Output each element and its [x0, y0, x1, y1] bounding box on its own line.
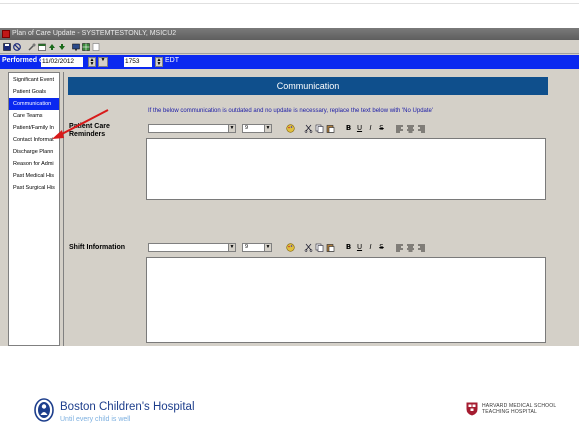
sidebar-item-past-medical-history[interactable]: Past Medical His — [9, 170, 59, 182]
monitor-icon[interactable] — [72, 43, 80, 51]
toolbar — [0, 40, 579, 54]
font-select[interactable]: ▼ — [148, 243, 236, 252]
chevron-down-icon: ▼ — [228, 244, 235, 251]
boston-childrens-logo: Boston Children's Hospital Until every c… — [34, 398, 254, 428]
align-left-icon[interactable] — [395, 124, 404, 133]
sidebar-item-significant-event[interactable]: Significant Event — [9, 74, 59, 86]
underline-button[interactable]: U — [355, 243, 364, 252]
title-bar: Plan of Care Update - SYSTEMTESTONLY, MS… — [0, 28, 579, 40]
font-size-value: 9 — [245, 244, 249, 250]
font-size-value: 9 — [245, 125, 249, 131]
slide: Plan of Care Update - SYSTEMTESTONLY, MS… — [0, 0, 579, 434]
paste-icon[interactable] — [326, 243, 335, 252]
italic-button[interactable]: I — [366, 243, 375, 252]
shift-information-label: Shift Information — [69, 244, 125, 251]
page-icon[interactable] — [92, 43, 100, 51]
sidebar-item-reason-for-admission[interactable]: Reason for Admi — [9, 158, 59, 170]
sidebar-item-patient-goals[interactable]: Patient Goals — [9, 86, 59, 98]
save-icon[interactable] — [3, 43, 11, 51]
italic-button[interactable]: I — [366, 124, 375, 133]
font-size-select[interactable]: 9 ▼ — [242, 124, 272, 133]
date-dropdown-button[interactable]: ▼ — [98, 57, 108, 67]
app-window: Plan of Care Update - SYSTEMTESTONLY, MS… — [0, 28, 579, 346]
time-spinner[interactable]: ▲ ▼ — [155, 57, 163, 67]
chevron-down-icon: ▼ — [264, 125, 271, 132]
bold-button[interactable]: B — [344, 243, 353, 252]
strikethrough-button[interactable]: S — [377, 124, 386, 133]
color-palette-icon[interactable] — [286, 243, 295, 252]
shift-format-toolbar: ▼ 9 ▼ B U I S — [146, 242, 546, 254]
patient-care-reminders-textarea[interactable] — [146, 138, 546, 200]
brand-tagline: Until every child is well — [60, 416, 131, 423]
content-pane: Communication If the below communication… — [63, 72, 579, 346]
date-field[interactable]: 11/02/2012 — [41, 57, 83, 67]
color-palette-icon[interactable] — [286, 124, 295, 133]
time-field[interactable]: 1753 — [124, 57, 152, 67]
align-center-icon[interactable] — [406, 243, 415, 252]
copy-icon[interactable] — [315, 243, 324, 252]
down-arrow-icon[interactable] — [58, 43, 66, 51]
align-right-icon[interactable] — [417, 243, 426, 252]
shift-information-textarea[interactable] — [146, 257, 546, 343]
tools-icon[interactable] — [28, 43, 36, 51]
calendar-icon[interactable] — [38, 43, 46, 51]
cut-icon[interactable] — [304, 124, 313, 133]
copy-icon[interactable] — [315, 124, 324, 133]
brand-name: Boston Children's Hospital — [60, 401, 195, 413]
font-size-select[interactable]: 9 ▼ — [242, 243, 272, 252]
align-right-icon[interactable] — [417, 124, 426, 133]
sidebar-item-past-surgical-history[interactable]: Past Surgical His — [9, 182, 59, 194]
paste-icon[interactable] — [326, 124, 335, 133]
chevron-down-icon: ▼ — [100, 57, 106, 63]
app-icon — [2, 30, 10, 38]
harvard-shield-icon — [466, 402, 478, 416]
partner-line-2: TEACHING HOSPITAL — [482, 409, 537, 415]
timezone-label: EDT — [165, 57, 179, 64]
chevron-down-icon: ▼ — [228, 125, 235, 132]
up-arrow-icon[interactable] — [48, 43, 56, 51]
grid-icon[interactable] — [82, 43, 90, 51]
strikethrough-button[interactable]: S — [377, 243, 386, 252]
reminders-format-toolbar: ▼ 9 ▼ B U I S — [146, 123, 546, 135]
harvard-teaching-hospital-logo: HARVARD MEDICAL SCHOOL TEACHING HOSPITAL — [466, 402, 576, 420]
instruction-note: If the below communication is outdated a… — [148, 108, 434, 114]
align-left-icon[interactable] — [395, 243, 404, 252]
window-title: Plan of Care Update - SYSTEMTESTONLY, MS… — [12, 30, 177, 37]
font-select[interactable]: ▼ — [148, 124, 236, 133]
performed-on-bar: Performed on: 11/02/2012 ▲ ▼ ▼ 1753 ▲ ▼ ED… — [0, 55, 579, 69]
slide-top-rule — [0, 0, 579, 4]
hospital-seal-icon — [34, 398, 54, 422]
annotation-arrow — [52, 109, 109, 139]
section-title: Communication — [68, 77, 548, 95]
underline-button[interactable]: U — [355, 124, 364, 133]
cancel-icon[interactable] — [13, 43, 21, 51]
bold-button[interactable]: B — [344, 124, 353, 133]
date-spinner[interactable]: ▲ ▼ — [88, 57, 96, 67]
chevron-down-icon: ▼ — [264, 244, 271, 251]
align-center-icon[interactable] — [406, 124, 415, 133]
cut-icon[interactable] — [304, 243, 313, 252]
